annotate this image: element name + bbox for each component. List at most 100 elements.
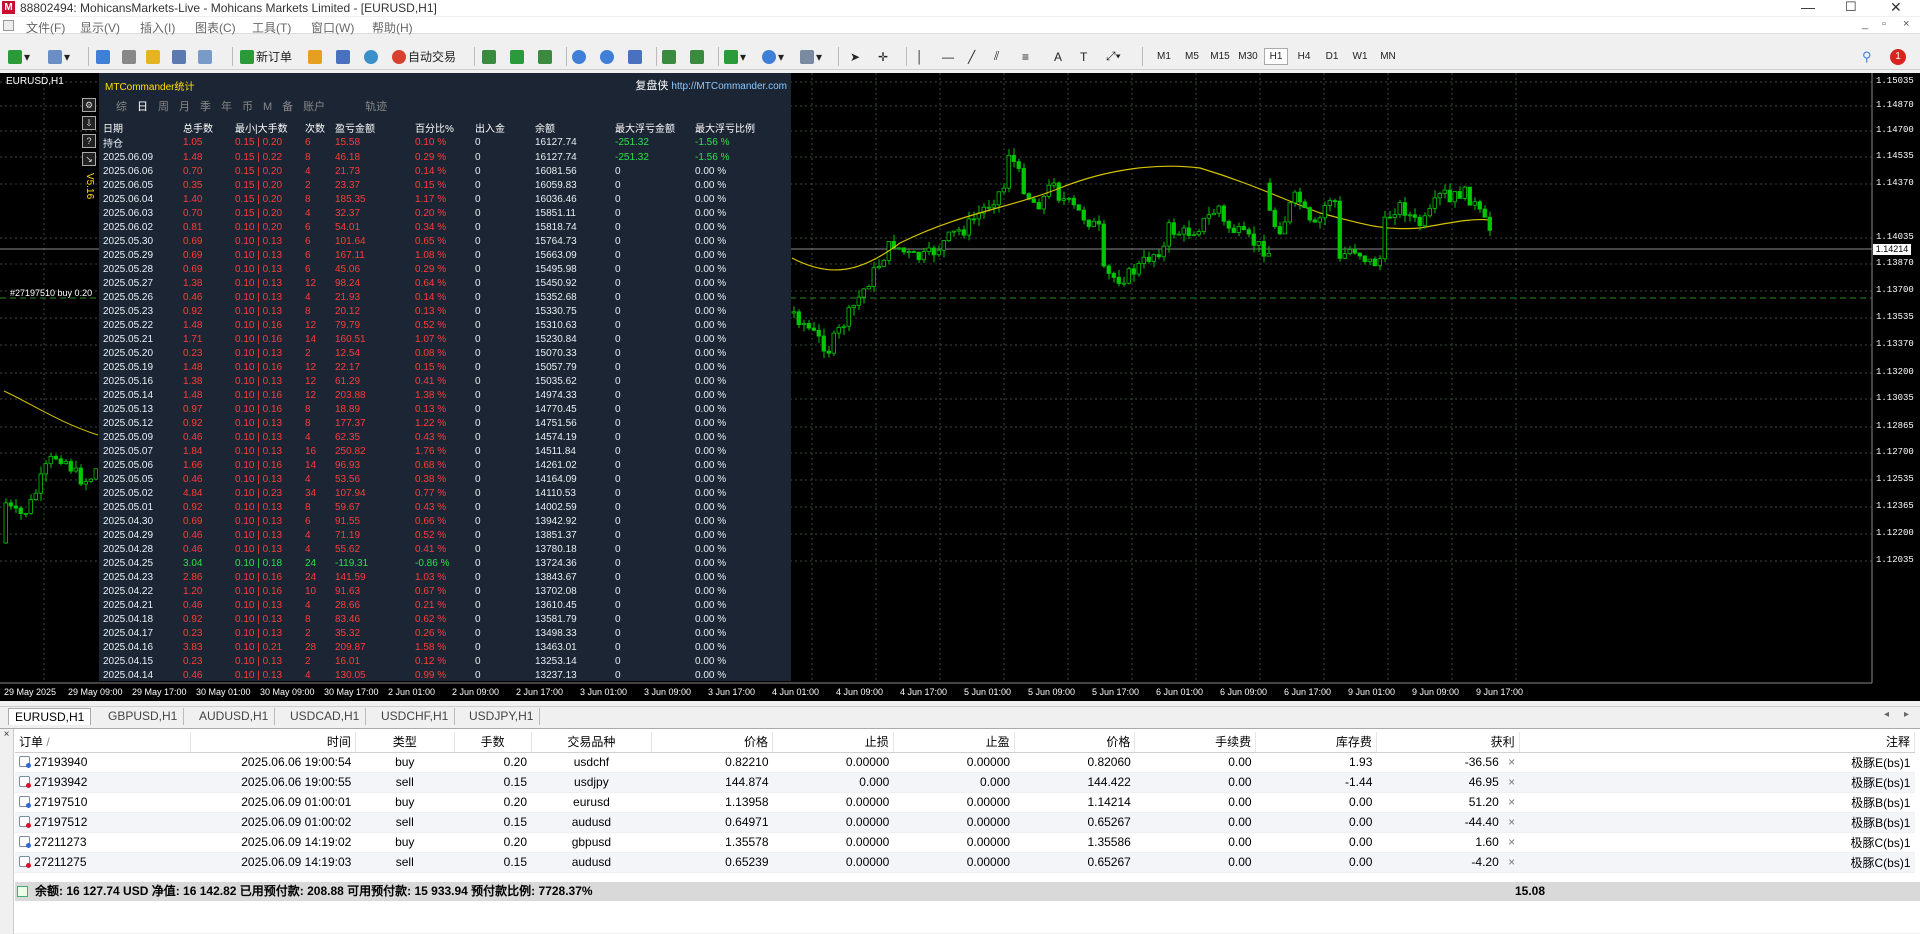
- trade-row[interactable]: 27193940 2025.06.06 19:00:54 buy 0.20 usdchf…: [15, 752, 1915, 773]
- stats-tab[interactable]: 综: [116, 101, 127, 113]
- zoom-in-icon[interactable]: [572, 47, 588, 66]
- equidistant-channel-icon[interactable]: ⫽: [994, 47, 999, 66]
- trendline-icon[interactable]: ╱: [968, 47, 975, 66]
- chart-window-icon[interactable]: [3, 20, 14, 31]
- vertical-line-icon[interactable]: │: [916, 47, 924, 66]
- chart-area[interactable]: 1.15035 1.14870 1.14700 1.14535 1.14370 1.140…: [0, 73, 1920, 701]
- data-window-icon[interactable]: [122, 47, 138, 66]
- stats-tab[interactable]: 月: [179, 101, 190, 113]
- terminal-column-header[interactable]: 手数: [454, 732, 532, 753]
- tab-gbpusd[interactable]: GBPUSD,H1: [102, 708, 185, 725]
- tab-usdcad[interactable]: USDCAD,H1: [284, 708, 367, 725]
- trade-row[interactable]: 27211275 2025.06.09 14:19:03 sell 0.15 audus…: [15, 852, 1915, 873]
- tab-scroll-left-icon[interactable]: ◂: [1884, 709, 1889, 720]
- stats-tab[interactable]: 备: [282, 101, 293, 113]
- tf-w1[interactable]: W1: [1348, 48, 1372, 65]
- tab-audusd[interactable]: AUDUSD,H1: [193, 708, 276, 725]
- trade-row[interactable]: 27211273 2025.06.09 14:19:02 buy 0.20 gbpusd…: [15, 832, 1915, 853]
- terminal-side-bar[interactable]: ×: [0, 729, 14, 934]
- horizontal-line-icon[interactable]: —: [942, 47, 954, 66]
- close-order-icon[interactable]: ×: [1505, 755, 1515, 769]
- stats-tab[interactable]: 轨迹: [365, 101, 387, 113]
- stats-help-icon[interactable]: ?: [82, 134, 96, 148]
- periods-button[interactable]: ▾: [762, 47, 784, 66]
- stats-brand[interactable]: 复盘侠 http://MTCommander.com: [635, 77, 787, 93]
- indicators-button[interactable]: ▾: [724, 47, 746, 66]
- stats-export-icon[interactable]: ⇩: [82, 116, 96, 130]
- stats-settings-icon[interactable]: ⚙: [82, 98, 96, 112]
- search-icon[interactable]: ⚲: [1862, 47, 1872, 66]
- minimize-icon[interactable]: —: [1801, 0, 1815, 14]
- candlestick-icon[interactable]: [510, 47, 526, 66]
- terminal-column-header[interactable]: 交易品种: [531, 732, 653, 753]
- trade-row[interactable]: 27197512 2025.06.09 01:00:02 sell 0.15 audus…: [15, 812, 1915, 833]
- trade-row[interactable]: 27193942 2025.06.06 19:00:55 sell 0.15 usdjp…: [15, 772, 1915, 793]
- menu-charts[interactable]: 图表(C): [195, 19, 236, 36]
- tile-windows-icon[interactable]: [628, 47, 644, 66]
- trade-row[interactable]: 27197510 2025.06.09 01:00:01 buy 0.20 eurusd…: [15, 792, 1915, 813]
- new-chart-button[interactable]: ▾: [8, 47, 30, 66]
- maximize-icon[interactable]: ☐: [1845, 0, 1857, 14]
- menu-window[interactable]: 窗口(W): [311, 19, 354, 36]
- stats-tab[interactable]: M: [263, 101, 272, 113]
- tf-m5[interactable]: M5: [1180, 48, 1204, 65]
- menu-file[interactable]: 文件(F): [26, 19, 65, 36]
- close-order-icon[interactable]: ×: [1505, 835, 1515, 849]
- stats-tab[interactable]: 币: [242, 101, 253, 113]
- text-tool-icon[interactable]: A: [1054, 47, 1062, 66]
- terminal-column-header[interactable]: 库存费: [1255, 732, 1377, 753]
- terminal-column-header[interactable]: 止损: [772, 732, 894, 753]
- text-label-icon[interactable]: T: [1080, 47, 1087, 66]
- new-order-button[interactable]: 新订单: [240, 47, 292, 66]
- cursor-icon[interactable]: ➤: [850, 47, 860, 66]
- fibonacci-icon[interactable]: ≡: [1022, 47, 1029, 66]
- close-order-icon[interactable]: ×: [1505, 775, 1515, 789]
- strategy-tester-icon[interactable]: [198, 47, 214, 66]
- chart-shift-icon[interactable]: [662, 47, 678, 66]
- tf-d1[interactable]: D1: [1320, 48, 1344, 65]
- menu-help[interactable]: 帮助(H): [372, 19, 413, 36]
- stats-toggle-icon[interactable]: ↘: [82, 152, 96, 166]
- stats-tab[interactable]: 季: [200, 101, 211, 113]
- line-chart-icon[interactable]: [538, 47, 554, 66]
- terminal-column-header[interactable]: 手续费: [1134, 732, 1257, 753]
- tf-h4[interactable]: H4: [1292, 48, 1316, 65]
- signals-icon[interactable]: [336, 47, 352, 66]
- terminal-column-header[interactable]: 类型: [355, 732, 455, 753]
- terminal-column-header[interactable]: 获利: [1376, 732, 1520, 753]
- market-watch-icon[interactable]: [96, 47, 112, 66]
- stats-tab[interactable]: 日: [137, 101, 148, 113]
- close-order-icon[interactable]: ×: [1505, 815, 1515, 829]
- close-order-icon[interactable]: ×: [1505, 795, 1515, 809]
- stats-tab[interactable]: 账户: [303, 101, 325, 113]
- mdi-minimize-icon[interactable]: _: [1862, 18, 1868, 30]
- tf-m15[interactable]: M15: [1208, 48, 1232, 65]
- close-icon[interactable]: ✕: [1890, 0, 1902, 14]
- order-line-label[interactable]: #27197510 buy 0.20: [10, 288, 92, 298]
- navigator-icon[interactable]: [146, 47, 162, 66]
- auto-trading-button[interactable]: 自动交易: [392, 47, 456, 66]
- autoscroll-icon[interactable]: [690, 47, 706, 66]
- profiles-button[interactable]: ▾: [48, 47, 70, 66]
- templates-button[interactable]: ▾: [800, 47, 822, 66]
- stats-tab[interactable]: 周: [158, 101, 169, 113]
- terminal-column-header[interactable]: 价格: [1014, 732, 1136, 753]
- menu-view[interactable]: 显示(V): [80, 19, 120, 36]
- tf-m1[interactable]: M1: [1152, 48, 1176, 65]
- tab-eurusd[interactable]: EURUSD,H1: [8, 708, 92, 725]
- tab-usdchf[interactable]: USDCHF,H1: [375, 708, 456, 725]
- terminal-icon[interactable]: [172, 47, 188, 66]
- stats-tab[interactable]: 年: [221, 101, 232, 113]
- terminal-column-header[interactable]: 价格: [651, 732, 774, 753]
- terminal-column-header[interactable]: 注释: [1519, 732, 1916, 753]
- terminal-column-header[interactable]: 订单 /: [15, 732, 192, 753]
- mdi-restore-icon[interactable]: ▫: [1882, 18, 1886, 30]
- menu-insert[interactable]: 插入(I): [140, 19, 175, 36]
- tf-mn[interactable]: MN: [1376, 48, 1400, 65]
- mdi-close-icon[interactable]: ×: [1903, 18, 1909, 30]
- zoom-out-icon[interactable]: [600, 47, 616, 66]
- bar-chart-icon[interactable]: [482, 47, 498, 66]
- market-icon[interactable]: [364, 47, 380, 66]
- notification-badge[interactable]: 1: [1890, 47, 1906, 66]
- arrows-icon[interactable]: ⤢▾: [1106, 47, 1121, 66]
